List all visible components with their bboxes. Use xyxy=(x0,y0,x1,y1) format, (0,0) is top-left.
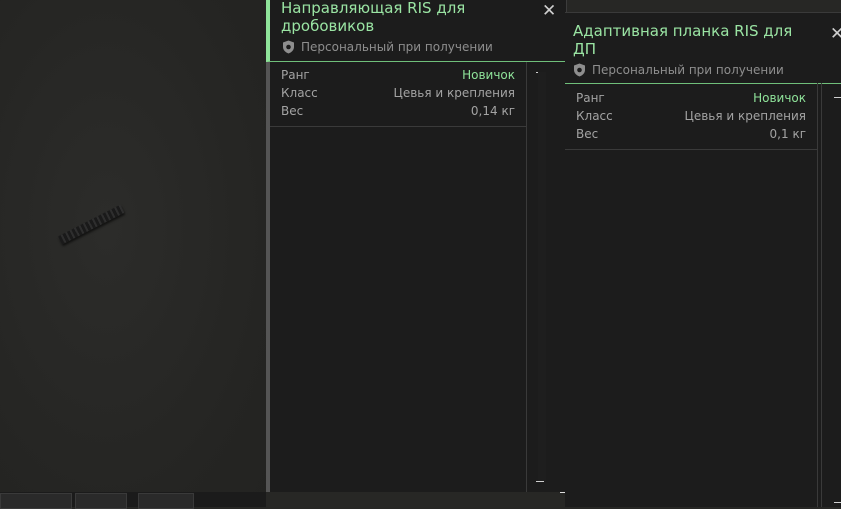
stat-value: Цевья и крепления xyxy=(393,86,516,100)
personal-badge: Персональный при получении xyxy=(573,63,784,77)
tooltip-header: Направляющая RIS для дробовиков ✕ Персон… xyxy=(266,0,566,62)
shield-icon xyxy=(283,40,294,54)
stat-key: Ранг xyxy=(576,91,605,105)
personal-label: Персональный при получении xyxy=(592,63,784,77)
stat-value: 0,1 кг xyxy=(769,127,806,141)
stat-row-rank: Ранг Новичок xyxy=(565,89,817,107)
item-preview-viewport[interactable] xyxy=(0,0,266,507)
stat-key: Вес xyxy=(576,127,599,141)
description-area xyxy=(270,126,527,492)
item-tooltip: Направляющая RIS для дробовиков ✕ Персон… xyxy=(266,0,567,492)
tooltip-header: Адаптивная планка RIS для ДП ✕ Персональ… xyxy=(565,12,841,84)
close-icon[interactable]: ✕ xyxy=(542,3,556,20)
stat-key: Ранг xyxy=(281,68,310,82)
minus-icon[interactable] xyxy=(536,481,544,482)
personal-label: Персональный при получении xyxy=(301,40,493,54)
scrollbar[interactable] xyxy=(821,83,841,507)
stat-row-weight: Вес 0,14 кг xyxy=(270,102,526,120)
stat-key: Вес xyxy=(281,104,304,118)
stats-table: Ранг Новичок Класс Цевья и крепления Вес… xyxy=(270,62,527,127)
stat-row-class: Класс Цевья и крепления xyxy=(270,84,526,102)
stat-value: Новичок xyxy=(753,91,806,105)
ris-rail-model xyxy=(57,204,125,245)
item-title: Адаптивная планка RIS для ДП xyxy=(573,22,793,58)
stat-value: Новичок xyxy=(462,68,515,82)
shield-icon xyxy=(574,63,585,77)
scrollbar[interactable] xyxy=(536,62,554,492)
minus-icon[interactable] xyxy=(834,97,841,98)
stat-row-class: Класс Цевья и крепления xyxy=(565,107,817,125)
scroll-track[interactable] xyxy=(538,72,546,482)
stat-key: Класс xyxy=(576,109,613,123)
minus-icon[interactable] xyxy=(834,502,841,503)
stats-table: Ранг Новичок Класс Цевья и крепления Вес… xyxy=(565,83,818,150)
item-tooltip: Адаптивная планка RIS для ДП ✕ Персональ… xyxy=(565,12,841,507)
stat-value: Цевья и крепления xyxy=(684,109,807,123)
description-area xyxy=(565,149,818,507)
close-icon[interactable]: ✕ xyxy=(830,26,841,43)
stat-row-rank: Ранг Новичок xyxy=(270,66,526,84)
personal-badge: Персональный при получении xyxy=(282,40,493,54)
item-title: Направляющая RIS для дробовиков xyxy=(281,0,466,35)
stat-row-weight: Вес 0,1 кг xyxy=(565,125,817,143)
stat-value: 0,14 кг xyxy=(470,104,515,118)
stat-key: Класс xyxy=(281,86,318,100)
